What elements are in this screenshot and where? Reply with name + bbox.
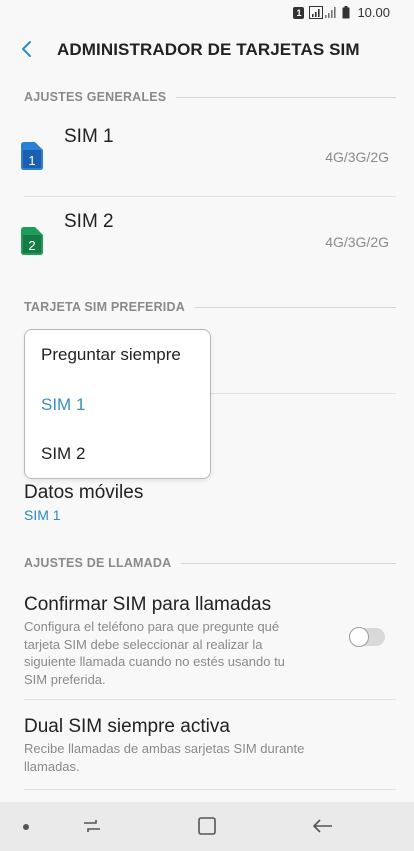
section-divider	[181, 562, 396, 564]
list-divider	[24, 699, 396, 700]
clock: 10.00	[357, 5, 390, 20]
recents-icon[interactable]	[80, 814, 104, 838]
section-label: AJUSTES GENERALES	[24, 90, 167, 104]
page-title: ADMINISTRADOR DE TARJETAS SIM	[57, 40, 360, 59]
status-bar: 1 10.00	[0, 0, 414, 26]
preferred-sim-popup: Preguntar siempre SIM 1 SIM 2	[24, 329, 211, 479]
sim-card-icon: 1	[21, 142, 43, 170]
toggle-knob	[349, 627, 369, 647]
sim-card-row-1[interactable]: 1 SIM 1 4G/3G/2G	[0, 116, 414, 196]
section-divider	[194, 306, 396, 308]
svg-text:1: 1	[28, 153, 35, 168]
dual-sim-description: Recibe llamadas de ambas sarjetas SIM du…	[24, 740, 304, 775]
sim-name: SIM 1	[64, 126, 114, 147]
back-icon[interactable]	[311, 814, 335, 838]
list-divider	[24, 196, 396, 197]
mobile-data-title[interactable]: Datos móviles	[24, 482, 143, 504]
desc-line: Recibe llamadas de ambas sarjetas SIM du…	[24, 741, 305, 756]
section-divider	[176, 96, 396, 98]
back-arrow-icon[interactable]	[14, 36, 40, 62]
sim-network-type: 4G/3G/2G	[325, 234, 389, 250]
desc-line: llamadas.	[24, 758, 80, 774]
sim-network-type: 4G/3G/2G	[325, 149, 389, 165]
mobile-data-value: SIM 1	[24, 507, 61, 523]
list-divider	[24, 789, 396, 790]
nav-dot-icon	[23, 824, 29, 830]
home-icon[interactable]	[195, 814, 219, 838]
sim-card-row-2[interactable]: 2 SIM 2 4G/3G/2G	[0, 201, 414, 281]
desc-line: SIM preferida.	[24, 671, 106, 687]
desc-line: siguiente llamada cuando no estés usando…	[24, 654, 285, 669]
confirm-sim-description: Configura el teléfono para que pregunte …	[24, 618, 285, 688]
sim-badge-icon: 1	[293, 6, 305, 19]
navigation-bar	[0, 802, 414, 851]
popup-option-ask-always[interactable]: Preguntar siempre	[41, 345, 181, 365]
confirm-sim-title[interactable]: Confirmar SIM para llamadas	[24, 594, 271, 616]
section-header-general: AJUSTES GENERALES	[24, 90, 396, 104]
battery-icon	[342, 6, 350, 19]
popup-option-sim2[interactable]: SIM 2	[41, 444, 85, 464]
popup-option-sim1[interactable]: SIM 1	[41, 395, 85, 415]
desc-line: tarjeta SIM debe seleccionar al realizar…	[24, 636, 263, 652]
desc-line: Configura el teléfono para que pregunte …	[24, 619, 280, 634]
section-label: AJUSTES DE LLAMADA	[24, 556, 172, 570]
section-header-preferred: TARJETA SIM PREFERIDA	[24, 300, 396, 314]
svg-text:2: 2	[28, 238, 35, 253]
status-icons: 1 10.00	[293, 5, 390, 20]
sim-card-icon: 2	[21, 227, 43, 255]
sim-name: SIM 2	[64, 211, 114, 232]
dual-sim-title[interactable]: Dual SIM siempre activa	[24, 716, 230, 738]
confirm-sim-toggle[interactable]	[349, 627, 385, 647]
section-label: TARJETA SIM PREFERIDA	[24, 300, 185, 314]
signal-icon	[309, 6, 337, 19]
app-bar: ADMINISTRADOR DE TARJETAS SIM	[0, 26, 414, 72]
section-header-calls: AJUSTES DE LLAMADA	[24, 556, 396, 570]
